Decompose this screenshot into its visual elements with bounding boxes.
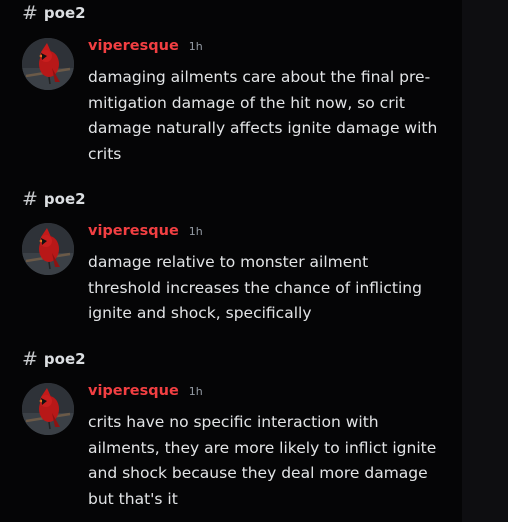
username[interactable]: viperesque <box>88 383 179 399</box>
avatar[interactable] <box>22 383 74 435</box>
channel-header[interactable]: # poe2 <box>22 2 86 24</box>
cardinal-avatar-icon <box>22 38 74 90</box>
timestamp: 1h <box>188 225 203 238</box>
message-text: damage relative to monster ailment thres… <box>88 253 422 322</box>
channel-name: poe2 <box>43 190 86 208</box>
cardinal-avatar-icon <box>22 223 74 275</box>
avatar[interactable] <box>22 223 74 275</box>
username[interactable]: viperesque <box>88 223 179 239</box>
message-text: crits have no specific interaction with … <box>88 413 437 508</box>
hash-icon: # <box>22 347 38 370</box>
message-text: damaging ailments care about the final p… <box>88 68 438 163</box>
hash-icon: # <box>22 187 38 210</box>
username[interactable]: viperesque <box>88 38 179 54</box>
message-feed: # poe2 viperesque 1h damaging ailments c… <box>0 0 462 522</box>
side-panel <box>462 0 508 522</box>
timestamp: 1h <box>188 40 203 53</box>
avatar[interactable] <box>22 38 74 90</box>
cardinal-avatar-icon <box>22 383 74 435</box>
hash-icon: # <box>22 1 38 24</box>
channel-name: poe2 <box>43 4 86 22</box>
channel-header[interactable]: # poe2 <box>22 348 86 370</box>
channel-header[interactable]: # poe2 <box>22 188 86 210</box>
timestamp: 1h <box>188 385 203 398</box>
channel-name: poe2 <box>43 350 86 368</box>
